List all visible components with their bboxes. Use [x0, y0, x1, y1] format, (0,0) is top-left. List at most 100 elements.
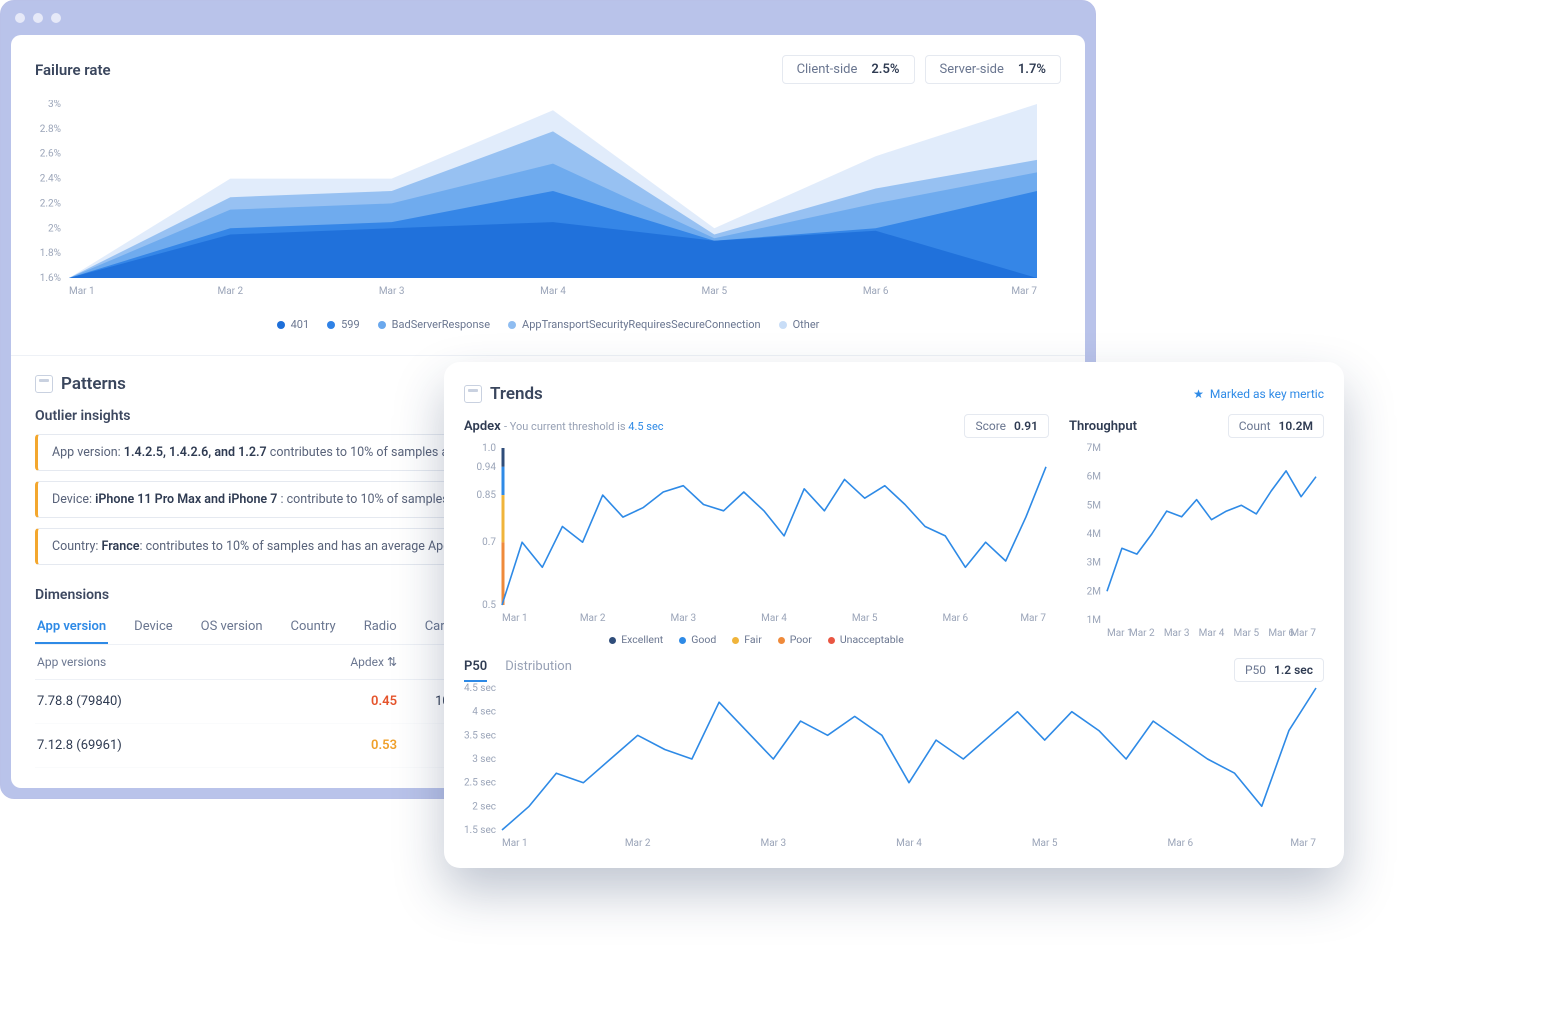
p50-tab[interactable]: Distribution: [505, 659, 572, 682]
failure-rate-title: Failure rate: [35, 61, 111, 79]
svg-text:Mar 1: Mar 1: [69, 286, 95, 297]
client-side-pill: Client-side 2.5%: [782, 55, 915, 84]
legend-item: 599: [327, 318, 360, 331]
trends-card: Trends ★ Marked as key mertic Apdex - Yo…: [444, 362, 1344, 868]
server-side-pill: Server-side 1.7%: [925, 55, 1061, 84]
svg-text:0.85: 0.85: [477, 490, 497, 501]
p50-tab[interactable]: P50: [464, 659, 487, 682]
svg-text:Mar 4: Mar 4: [540, 286, 566, 297]
svg-text:4M: 4M: [1087, 529, 1101, 540]
failure-legend: 401 599 BadServerResponse AppTransportSecur…: [11, 310, 1085, 347]
svg-text:Mar 6: Mar 6: [942, 613, 968, 624]
svg-text:5M: 5M: [1087, 500, 1101, 511]
svg-text:Mar 6: Mar 6: [1167, 838, 1193, 849]
svg-text:Mar 2: Mar 2: [580, 613, 606, 624]
svg-text:4 sec: 4 sec: [472, 707, 496, 718]
window-dot: [15, 13, 25, 23]
svg-text:3 sec: 3 sec: [472, 754, 496, 765]
col-apdex[interactable]: Apdex ⇅: [337, 655, 397, 669]
svg-text:7M: 7M: [1087, 443, 1101, 454]
svg-text:Mar 7: Mar 7: [1020, 613, 1046, 624]
key-metric-badge[interactable]: ★ Marked as key mertic: [1193, 387, 1324, 401]
trends-title: Trends: [464, 384, 543, 404]
client-side-value: 2.5%: [871, 62, 899, 77]
apdex-legend: ExcellentGoodFairPoorUnacceptable: [464, 627, 1049, 648]
svg-text:6M: 6M: [1087, 472, 1101, 483]
svg-text:Mar 1: Mar 1: [502, 838, 528, 849]
svg-text:3.5 sec: 3.5 sec: [464, 730, 496, 741]
dimension-tab[interactable]: App version: [35, 611, 108, 644]
svg-text:0.94: 0.94: [477, 462, 497, 473]
legend-item: Unacceptable: [828, 633, 904, 646]
apdex-label: Apdex - You current threshold is 4.5 sec: [464, 419, 664, 434]
legend-item: AppTransportSecurityRequiresSecureConnec…: [508, 318, 761, 331]
svg-text:Mar 5: Mar 5: [701, 286, 727, 297]
dimension-tab[interactable]: Device: [132, 611, 175, 644]
svg-text:Mar 5: Mar 5: [1032, 838, 1058, 849]
svg-text:Mar 3: Mar 3: [760, 838, 786, 849]
trends-icon: [464, 385, 482, 403]
svg-text:Mar 4: Mar 4: [1199, 628, 1225, 639]
svg-text:0.7: 0.7: [482, 537, 496, 548]
svg-text:Mar 3: Mar 3: [1164, 628, 1190, 639]
svg-text:2.6%: 2.6%: [40, 149, 61, 160]
legend-item: Excellent: [609, 633, 663, 646]
svg-text:1.8%: 1.8%: [40, 248, 61, 259]
apdex-sublabel: - You current threshold is 4.5 sec: [504, 420, 664, 433]
throughput-chart: 7M6M5M4M3M2M1MMar 1Mar 2Mar 3Mar 4Mar 5M…: [1069, 442, 1324, 642]
svg-text:Mar 7: Mar 7: [1290, 628, 1316, 639]
legend-item: Good: [679, 633, 716, 646]
failure-rate-chart: 3% 2.8% 2.6% 2.4% 2.2% 2% 1.8% 1.6% Mar 1 Mar 2 Ma…: [11, 94, 1085, 310]
svg-text:2.5 sec: 2.5 sec: [464, 778, 496, 789]
svg-text:1.6%: 1.6%: [40, 273, 61, 284]
throughput-chip: Count10.2M: [1228, 414, 1324, 438]
dimension-tab[interactable]: OS version: [199, 611, 265, 644]
svg-text:Mar 4: Mar 4: [896, 838, 922, 849]
patterns-icon: [35, 375, 53, 393]
svg-text:2M: 2M: [1087, 586, 1101, 597]
p50-chip: P501.2 sec: [1234, 658, 1324, 682]
svg-text:3M: 3M: [1087, 558, 1101, 569]
server-side-label: Server-side: [940, 62, 1004, 77]
apdex-score-chip: Score0.91: [964, 414, 1049, 438]
svg-text:Mar 2: Mar 2: [625, 838, 651, 849]
trends-title-text: Trends: [490, 384, 543, 404]
svg-text:Mar 7: Mar 7: [1011, 286, 1037, 297]
svg-text:Mar 1: Mar 1: [502, 613, 528, 624]
server-side-value: 1.7%: [1018, 62, 1046, 77]
window-titlebar: [1, 1, 1095, 35]
apdex-chart: 1.00.940.850.70.5Mar 1Mar 2Mar 3Mar 4Mar…: [464, 442, 1054, 627]
legend-item: Poor: [778, 633, 812, 646]
svg-text:4.5 sec: 4.5 sec: [464, 683, 496, 694]
star-icon: ★: [1193, 387, 1204, 401]
svg-text:2.2%: 2.2%: [40, 198, 61, 209]
svg-text:Mar 3: Mar 3: [670, 613, 696, 624]
svg-text:2%: 2%: [48, 223, 61, 234]
col-app-versions: App versions: [37, 655, 337, 669]
p50-tabs: P50 Distribution: [464, 659, 572, 682]
legend-item: BadServerResponse: [378, 318, 490, 331]
svg-text:Mar 2: Mar 2: [217, 286, 243, 297]
svg-text:1.5 sec: 1.5 sec: [464, 825, 496, 836]
svg-text:Mar 4: Mar 4: [761, 613, 787, 624]
svg-text:2 sec: 2 sec: [472, 801, 496, 812]
patterns-title-text: Patterns: [61, 374, 126, 394]
window-dot: [51, 13, 61, 23]
dimension-tab[interactable]: Country: [289, 611, 338, 644]
client-side-label: Client-side: [797, 62, 858, 77]
dimension-tab[interactable]: Radio: [362, 611, 399, 644]
svg-text:Mar 2: Mar 2: [1129, 628, 1155, 639]
svg-text:Mar 6: Mar 6: [863, 286, 889, 297]
key-metric-text: Marked as key mertic: [1210, 387, 1324, 401]
svg-text:3%: 3%: [48, 100, 61, 110]
svg-text:0.5: 0.5: [482, 600, 496, 611]
svg-text:2.8%: 2.8%: [40, 124, 61, 135]
p50-chart: 4.5 sec 4 sec 3.5 sec 3 sec 2.5 sec 2 sec 1.5 …: [464, 682, 1324, 852]
legend-item: 401: [277, 318, 310, 331]
svg-text:Mar 7: Mar 7: [1290, 838, 1316, 849]
svg-text:1M: 1M: [1087, 615, 1101, 626]
window-dot: [33, 13, 43, 23]
legend-item: Other: [779, 318, 820, 331]
svg-text:2.4%: 2.4%: [40, 174, 61, 185]
svg-text:Mar 5: Mar 5: [1233, 628, 1259, 639]
